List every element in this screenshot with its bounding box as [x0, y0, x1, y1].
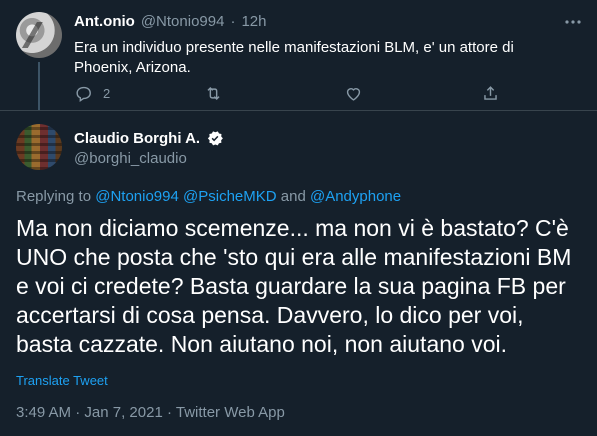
main-tweet-text: Ma non diciamo scemenze... ma non vi è b…	[16, 215, 572, 357]
translate-tweet-link[interactable]: Translate Tweet	[16, 373, 108, 388]
timestamp[interactable]: 12h	[241, 13, 266, 30]
date[interactable]: Jan 7, 2021	[84, 404, 162, 421]
reply-count: 2	[103, 86, 111, 101]
mention-link[interactable]: @Andyphone	[310, 188, 401, 205]
avatar[interactable]	[16, 12, 62, 58]
caret-icon[interactable]	[563, 14, 583, 30]
author-handle[interactable]: @Ntonio994	[141, 13, 225, 30]
avatar[interactable]	[16, 124, 62, 170]
divider	[0, 110, 597, 111]
mention-link[interactable]: @PsicheMKD	[183, 188, 277, 205]
retweet-icon	[207, 86, 220, 101]
timestamp[interactable]: 3:49 AM	[16, 404, 71, 421]
author-name[interactable]: Claudio Borghi A.	[74, 130, 200, 147]
separator: ·	[230, 13, 236, 30]
replying-and: and	[280, 188, 306, 205]
share-icon	[484, 86, 497, 100]
tweet-metadata: 3:49 AM · Jan 7, 2021 · Twitter Web App	[16, 404, 285, 421]
reply-button[interactable]: 2	[74, 84, 110, 103]
parent-tweet[interactable]: Ant.onio @Ntonio994 · 12h Era un individ…	[0, 0, 597, 110]
mention-link[interactable]: @Ntonio994	[95, 188, 179, 205]
author-handle[interactable]: @borghi_claudio	[74, 150, 187, 167]
reply-icon	[76, 86, 91, 102]
replying-to: Replying to @Ntonio994 @PsicheMKD and @A…	[16, 188, 401, 205]
retweet-button[interactable]	[204, 84, 223, 103]
separator: ·	[75, 404, 81, 421]
parent-tweet-header: Ant.onio @Ntonio994 · 12h	[74, 13, 266, 30]
tweet-thread: Ant.onio @Ntonio994 · 12h Era un individ…	[0, 0, 597, 436]
replying-label: Replying to	[16, 188, 92, 205]
thread-connector	[38, 62, 40, 110]
verified-badge-icon	[207, 131, 223, 146]
like-button[interactable]	[344, 84, 363, 103]
like-icon	[346, 88, 361, 101]
author-name[interactable]: Ant.onio	[74, 13, 135, 30]
share-button[interactable]	[481, 84, 500, 103]
parent-tweet-text: Era un individuo presente nelle manifest…	[74, 39, 514, 76]
tweet-actions: 2	[74, 84, 514, 106]
source-app[interactable]: Twitter Web App	[176, 404, 285, 421]
main-tweet-author[interactable]: Claudio Borghi A.	[74, 129, 224, 147]
separator: ·	[166, 404, 172, 421]
